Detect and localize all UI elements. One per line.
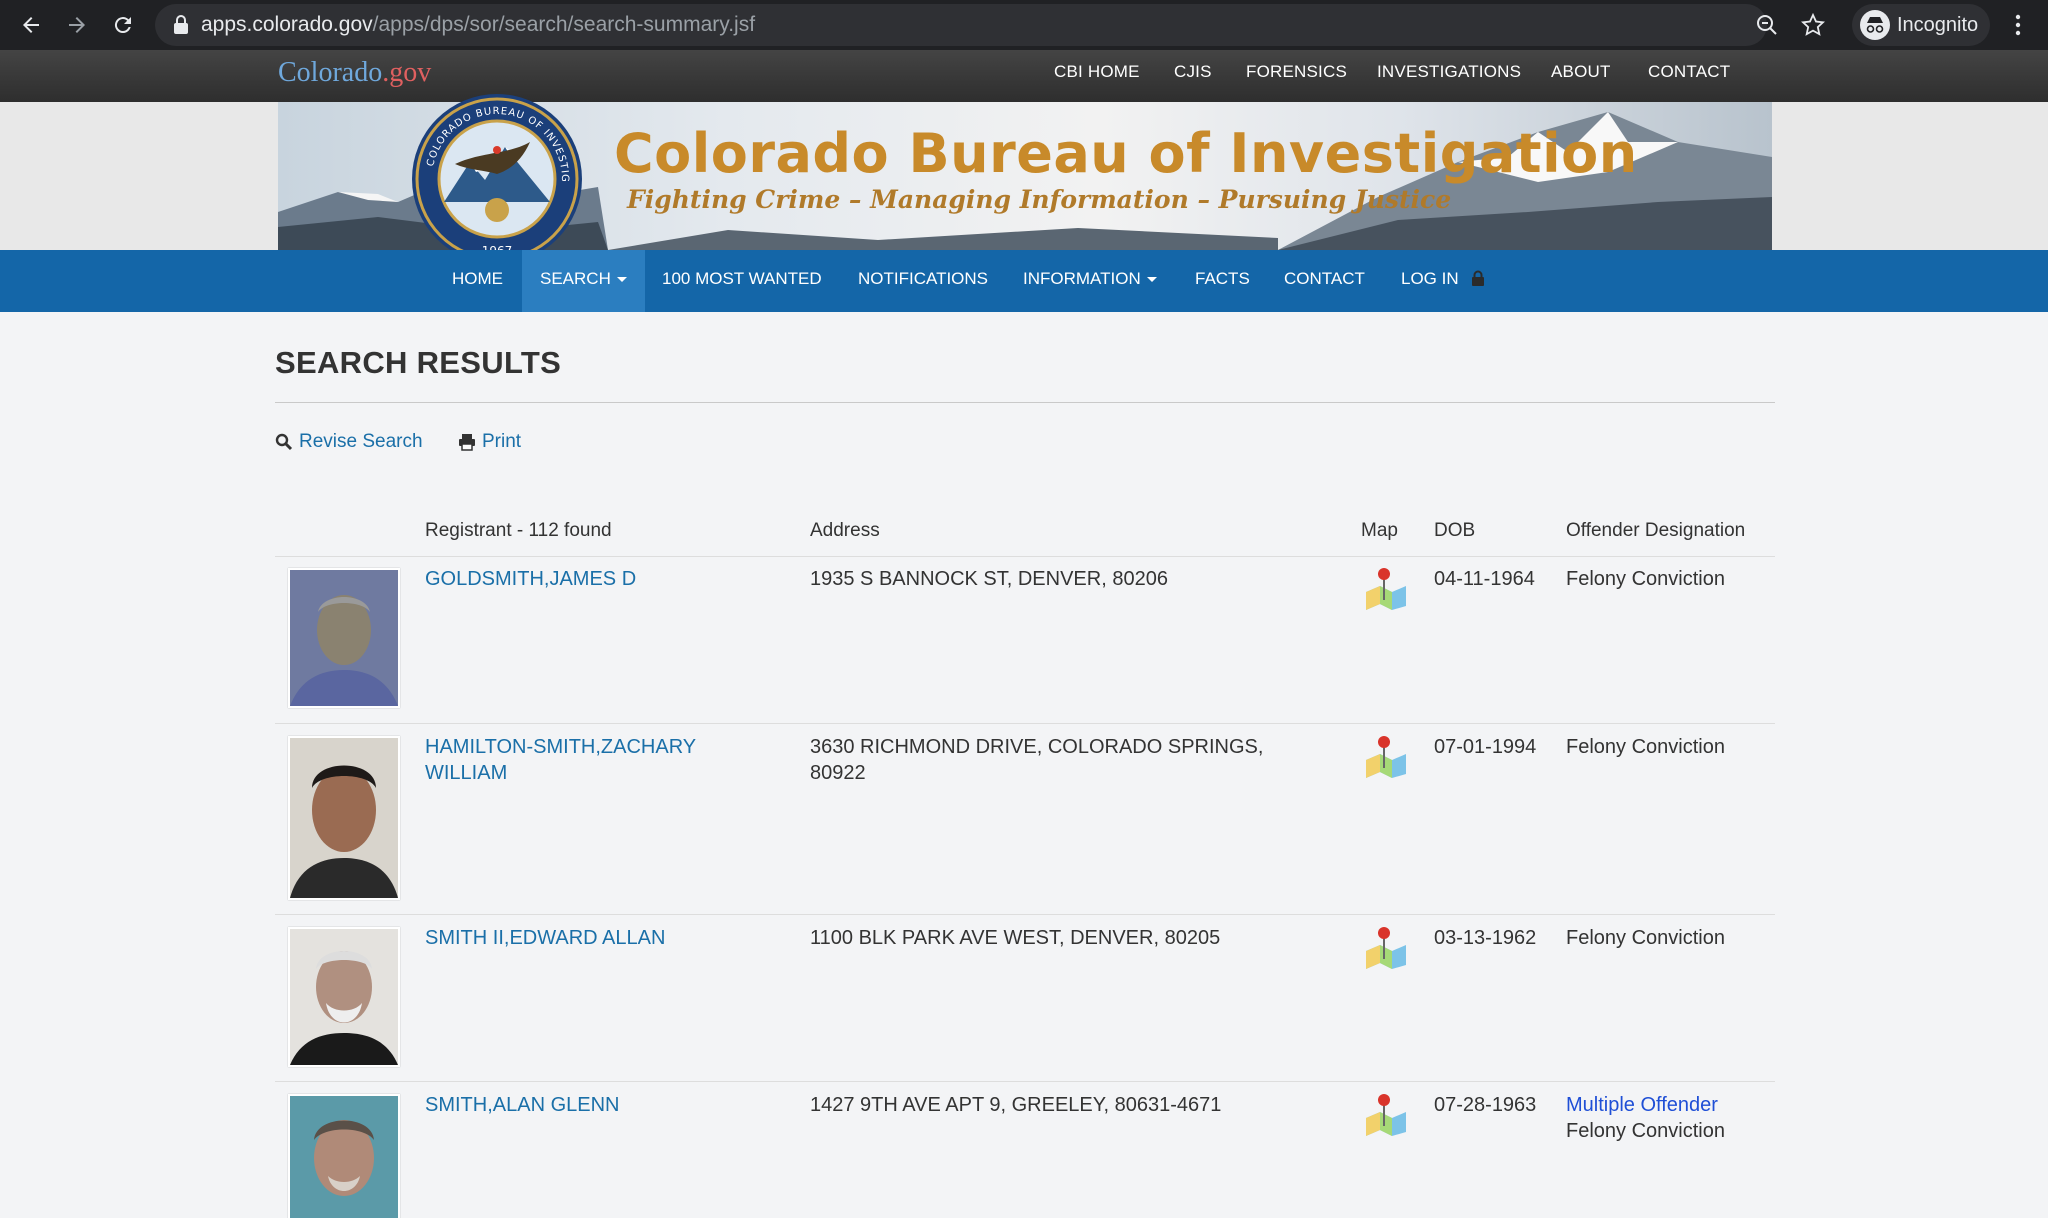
colorado-gov-logo[interactable]: Colorado.gov	[278, 57, 431, 89]
nav-home[interactable]: HOME	[452, 250, 503, 312]
mugshot-icon	[290, 738, 398, 898]
mugshot-icon	[290, 1096, 398, 1218]
mugshot-icon	[290, 570, 398, 706]
zoom-icon[interactable]	[1755, 13, 1779, 37]
nav-information[interactable]: INFORMATION	[1023, 250, 1157, 312]
registrant-photo[interactable]	[288, 1094, 400, 1218]
header-offender-designation: Offender Designation	[1566, 520, 1746, 541]
nav-login[interactable]: LOG IN	[1401, 250, 1485, 312]
chevron-down-icon	[1146, 277, 1157, 283]
registrant-photo[interactable]	[288, 927, 400, 1067]
registrant-name-link[interactable]: HAMILTON-SMITH,ZACHARY WILLIAM	[425, 734, 755, 786]
registrant-name-link[interactable]: GOLDSMITH,JAMES D	[425, 566, 755, 592]
nav-information-label: INFORMATION	[1023, 269, 1141, 288]
banner-title: Colorado Bureau of Investigation	[614, 122, 1638, 185]
offender-designation: Felony Conviction	[1566, 568, 1725, 590]
map-pin-icon[interactable]	[1362, 1092, 1410, 1136]
registrant-dob: 04-11-1964	[1434, 568, 1535, 590]
browser-toolbar: apps.colorado.gov/apps/dps/sor/search/se…	[0, 0, 2048, 50]
incognito-icon	[1860, 10, 1890, 40]
top-link-contact[interactable]: CONTACT	[1648, 62, 1730, 82]
registrant-address: 1935 S BANNOCK ST, DENVER, 80206	[810, 568, 1168, 590]
lock-icon	[1472, 270, 1485, 286]
address-bar[interactable]: apps.colorado.gov/apps/dps/sor/search/se…	[155, 4, 1825, 46]
print-link[interactable]: Print	[458, 431, 521, 453]
registrant-name-link[interactable]: SMITH,ALAN GLENN	[425, 1092, 755, 1118]
kebab-menu-icon[interactable]	[2010, 13, 2026, 37]
registrant-dob: 03-13-1962	[1434, 927, 1537, 949]
forward-arrow-icon	[69, 17, 85, 33]
offender-designation: Felony Conviction	[1566, 1120, 1725, 1142]
header-dob: DOB	[1434, 520, 1476, 541]
nav-contact[interactable]: CONTACT	[1284, 250, 1365, 312]
print-label: Print	[482, 431, 522, 452]
top-link-forensics[interactable]: FORENSICS	[1246, 62, 1347, 82]
printer-icon	[459, 434, 475, 451]
offender-designation: Felony Conviction	[1566, 927, 1725, 949]
row-divider	[275, 723, 1775, 724]
nav-search-label: SEARCH	[540, 269, 611, 288]
offender-designation: Felony Conviction	[1566, 736, 1725, 758]
main-navigation: HOME SEARCH 100 MOST WANTED NOTIFICATION…	[0, 250, 2048, 312]
forward-button[interactable]	[62, 10, 92, 40]
mugshot-icon	[290, 929, 398, 1065]
title-divider	[275, 402, 1775, 403]
cbi-seal-icon[interactable]: 1967 COLORADO BUREAU OF INVESTIGATION	[410, 92, 584, 266]
top-link-about[interactable]: ABOUT	[1551, 62, 1611, 82]
multiple-offender-link[interactable]: Multiple Offender	[1566, 1092, 1718, 1118]
lock-icon	[174, 15, 188, 34]
header-map: Map	[1361, 520, 1398, 541]
revise-search-label: Revise Search	[299, 431, 423, 452]
registrant-address: 1100 BLK PARK AVE WEST, DENVER, 80205	[810, 927, 1221, 949]
top-link-cjis[interactable]: CJIS	[1174, 62, 1212, 82]
nav-notifications[interactable]: NOTIFICATIONS	[858, 250, 988, 312]
profile-label: Incognito	[1897, 13, 1979, 36]
back-button[interactable]	[16, 10, 46, 40]
chevron-down-icon	[616, 277, 627, 283]
top-link-investigations[interactable]: INVESTIGATIONS	[1377, 62, 1521, 82]
registrant-address: 1427 9TH AVE APT 9, GREELEY, 80631-4671	[810, 1094, 1222, 1116]
revise-search-link[interactable]: Revise Search	[275, 431, 423, 453]
registrant-name-link[interactable]: SMITH II,EDWARD ALLAN	[425, 925, 755, 951]
reload-button[interactable]	[108, 10, 138, 40]
photo-face	[312, 768, 376, 852]
registrant-dob: 07-28-1963	[1434, 1094, 1537, 1116]
nav-search[interactable]: SEARCH	[522, 250, 645, 312]
header-address: Address	[810, 520, 880, 541]
row-divider	[275, 914, 1775, 915]
reload-icon	[114, 17, 131, 34]
banner-subtitle: Fighting Crime – Managing Information – …	[627, 185, 1452, 214]
map-pin-icon[interactable]	[1362, 734, 1410, 778]
nav-100-most-wanted[interactable]: 100 MOST WANTED	[662, 250, 822, 312]
registrant-photo[interactable]	[288, 568, 400, 708]
nav-login-label: LOG IN	[1401, 269, 1459, 288]
map-pin-icon[interactable]	[1362, 566, 1410, 610]
row-divider	[275, 1081, 1775, 1082]
back-arrow-icon	[23, 17, 39, 33]
registrant-dob: 07-01-1994	[1434, 736, 1537, 758]
bookmark-star-icon[interactable]	[1801, 13, 1825, 37]
header-divider	[275, 556, 1775, 557]
nav-facts[interactable]: FACTS	[1195, 250, 1250, 312]
url-text: apps.colorado.gov/apps/dps/sor/search/se…	[201, 13, 756, 36]
search-icon	[275, 433, 293, 451]
registrant-address: 3630 RICHMOND DRIVE, COLORADO SPRINGS, 8…	[810, 736, 1264, 784]
top-link-cbi-home[interactable]: CBI HOME	[1054, 62, 1140, 82]
map-pin-icon[interactable]	[1362, 925, 1410, 969]
header-registrant: Registrant - 112 found	[425, 520, 612, 541]
registrant-photo[interactable]	[288, 736, 400, 900]
page-title: SEARCH RESULTS	[275, 345, 562, 380]
incognito-profile-button[interactable]: Incognito	[1852, 4, 1990, 46]
